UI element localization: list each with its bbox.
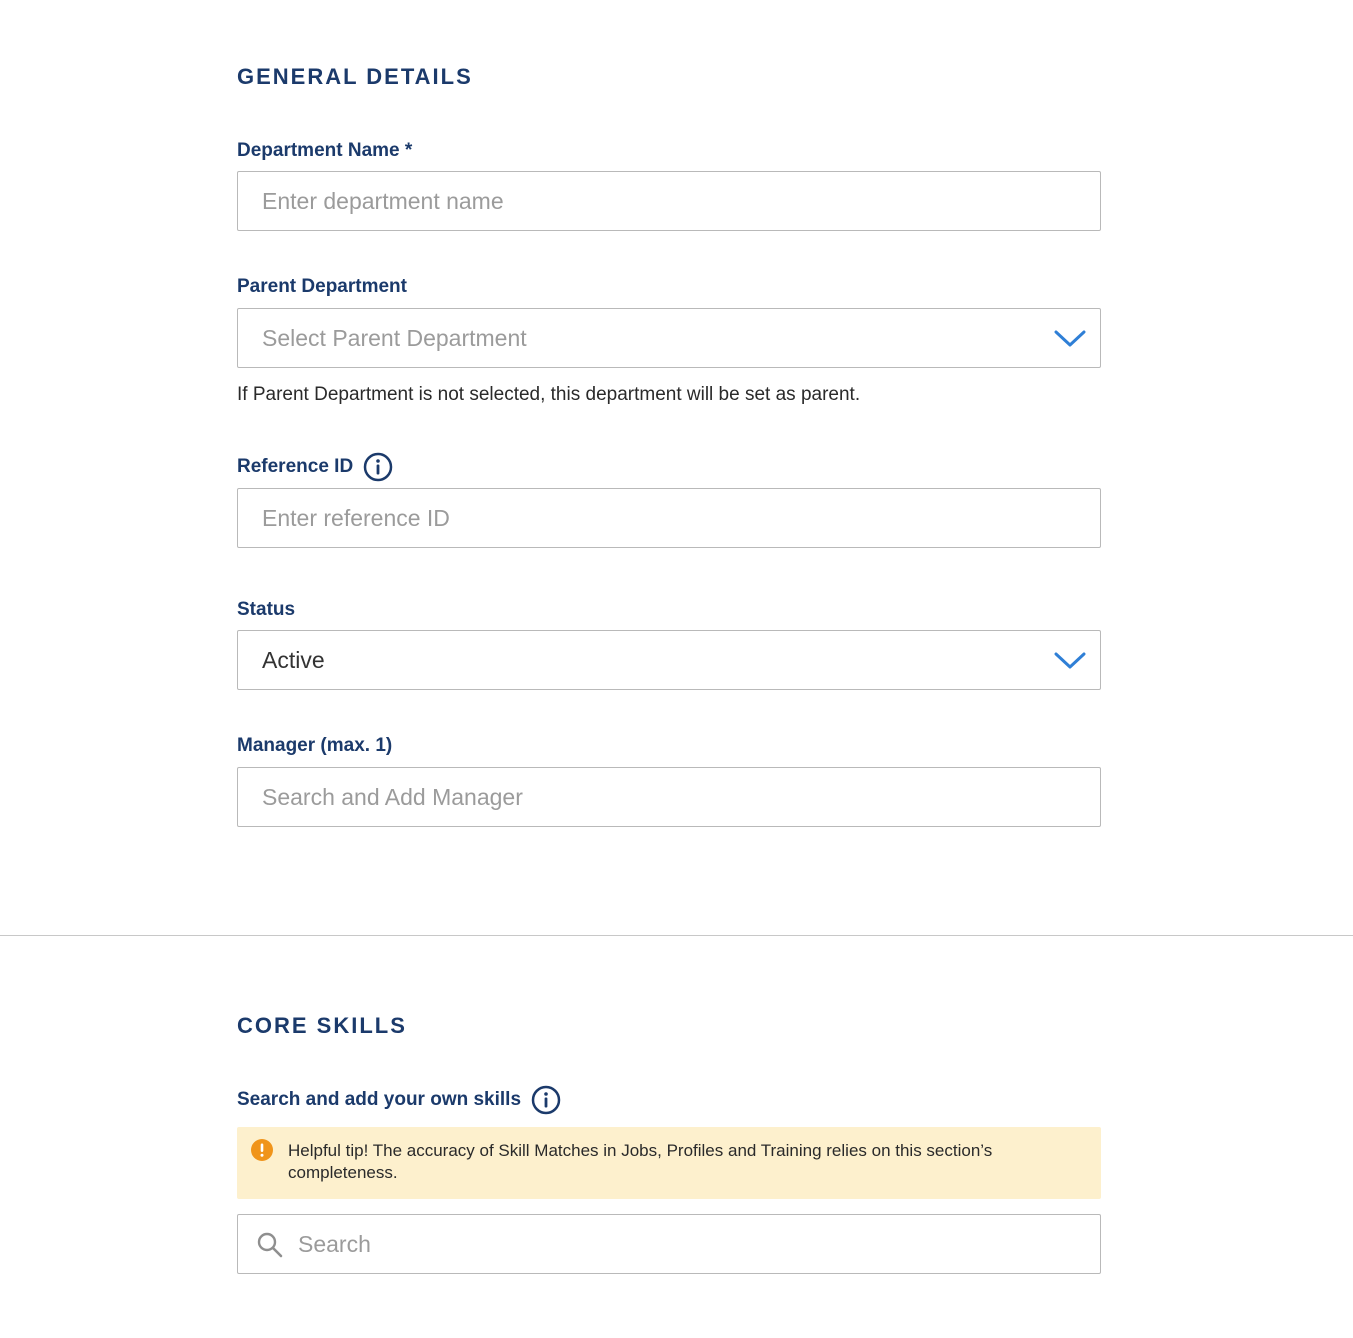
parent-department-placeholder: Select Parent Department <box>262 324 527 351</box>
department-name-placeholder: Enter department name <box>262 187 504 214</box>
reference-id-label-text: Reference ID <box>237 456 354 477</box>
skills-search-label-text: Search and add your own skills <box>237 1089 522 1110</box>
parent-department-label: Parent Department <box>237 273 407 301</box>
reference-id-label: Reference ID <box>237 452 393 482</box>
manager-label-text: Manager (max. 1) <box>237 735 393 756</box>
status-label: Status <box>237 596 295 624</box>
section-divider <box>0 935 1353 936</box>
search-icon <box>257 1232 283 1258</box>
department-form-page: GENERAL DETAILS Department Name * Enter … <box>0 0 1353 1338</box>
parent-department-help: If Parent Department is not selected, th… <box>237 384 861 405</box>
info-icon[interactable] <box>363 452 393 482</box>
parent-department-select[interactable]: Select Parent Department <box>237 308 1101 368</box>
manager-search-input[interactable]: Search and Add Manager <box>237 767 1101 827</box>
warning-icon <box>251 1139 273 1161</box>
skills-search-label: Search and add your own skills <box>237 1085 561 1115</box>
department-name-label: Department Name * <box>237 137 412 165</box>
chevron-down-icon[interactable] <box>1054 649 1086 671</box>
department-name-label-text: Department Name * <box>237 140 413 161</box>
info-icon[interactable] <box>531 1085 561 1115</box>
general-details-heading: GENERAL DETAILS <box>237 64 473 89</box>
manager-placeholder: Search and Add Manager <box>262 783 523 810</box>
core-skills-heading: CORE SKILLS <box>237 1013 407 1038</box>
status-value: Active <box>262 646 325 673</box>
status-select[interactable]: Active <box>237 630 1101 690</box>
skills-search-input[interactable]: Search <box>237 1214 1101 1274</box>
helpful-tip-text: Helpful tip! The accuracy of Skill Match… <box>288 1141 993 1182</box>
manager-label: Manager (max. 1) <box>237 732 392 760</box>
chevron-down-icon[interactable] <box>1054 327 1086 349</box>
helpful-tip-banner: Helpful tip! The accuracy of Skill Match… <box>237 1127 1101 1199</box>
department-name-input[interactable]: Enter department name <box>237 171 1101 231</box>
reference-id-input[interactable]: Enter reference ID <box>237 488 1101 548</box>
parent-department-label-text: Parent Department <box>237 276 407 297</box>
reference-id-placeholder: Enter reference ID <box>262 504 450 531</box>
skills-search-placeholder: Search <box>298 1230 371 1257</box>
status-label-text: Status <box>237 599 296 620</box>
